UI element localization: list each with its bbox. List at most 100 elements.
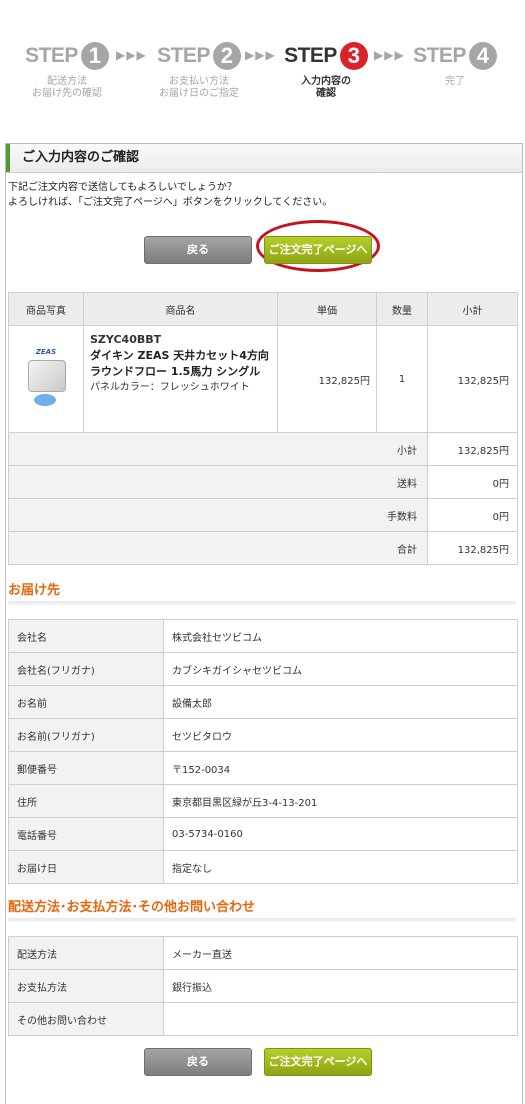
order-items-table: 商品写真 商品名 単価 数量 小計 ZEAS SZYC40BBT ダイキン ZE… [8,292,518,565]
product-photo-cell: ZEAS [8,325,84,433]
back-button-bottom[interactable]: 戻る [144,1048,252,1076]
product-code: SZYC40BBT [90,333,162,346]
step-1: STEP 1 配送方法 お届け先の確認 [12,40,122,100]
summary-row-fee: 手数料 0円 [8,498,518,532]
field-label: 会社名(フリガナ) [8,652,164,686]
summary-value: 0円 [427,498,518,532]
field-label: 配送方法 [8,936,164,970]
field-value: 銀行振込 [163,969,518,1003]
page-title: ご入力内容のご確認 [6,144,522,173]
field-label: その他お問い合わせ [8,1002,164,1036]
product-title[interactable]: ダイキン ZEAS 天井カセット4方向 ラウンドフロー 1.5馬力 シングル [90,348,271,380]
product-panel-color: パネルカラー：フレッシュホワイト [90,382,250,393]
step-word: STEP [284,44,337,67]
confirm-panel: ご入力内容のご確認 下記ご注文内容で送信してもよろしいでしょうか？ よろしければ… [5,143,523,1104]
col-photo: 商品写真 [8,292,84,326]
heading-divider [8,918,516,922]
table-row: 会社名(フリガナ) カブシキガイシャセツビコム [8,652,518,686]
step-caption: お届け日のご指定 [159,88,239,99]
step-word: STEP [413,44,466,67]
col-name: 商品名 [83,292,278,326]
summary-row-shipping: 送料 0円 [8,465,518,499]
heading-divider [8,601,516,605]
step-caption: お届け先の確認 [32,88,102,99]
field-value: 設備太郎 [163,685,518,719]
table-header-row: 商品写真 商品名 単価 数量 小計 [8,292,518,326]
field-value: 株式会社セツビコム [163,619,518,653]
table-row: 郵便番号 〒152-0034 [8,751,518,785]
intro-text: 下記ご注文内容で送信してもよろしいでしょうか？ よろしければ、「ご注文完了ページ… [8,180,332,210]
field-label: お届け日 [8,850,164,884]
delivery-table: 会社名 株式会社セツビコム 会社名(フリガナ) カブシキガイシャセツビコム お名前設… [8,619,518,884]
field-value [163,1002,518,1036]
field-value: カブシキガイシャセツビコム [163,652,518,686]
field-label: 電話番号 [8,817,164,851]
zeas-logo: ZEAS [35,348,57,356]
cassette-badge-icon [34,394,56,406]
product-photo[interactable]: ZEAS [20,348,72,410]
table-row: 会社名 株式会社セツビコム [8,619,518,653]
field-label: 郵便番号 [8,751,164,785]
summary-label: 小計 [8,432,428,466]
summary-row-subtotal: 小計 132,825円 [8,432,518,466]
step-caption: お支払い方法 [169,76,229,87]
step-arrow-icon: ▶▶▶ [116,48,147,62]
product-subtotal: 132,825円 [427,325,518,433]
table-row: ZEAS SZYC40BBT ダイキン ZEAS 天井カセット4方向 ラウンドフ… [8,325,518,433]
table-row: お届け日 指定なし [8,850,518,884]
table-row: その他お問い合わせ [8,1002,518,1036]
step-3: STEP 3 入力内容の 確認 [271,40,381,100]
step-number: 3 [339,42,368,70]
field-value: 03-5734-0160 [163,817,518,851]
title-accent-bar [6,144,10,172]
table-row: 配送方法 メーカー直送 [8,936,518,970]
intro-line: 下記ご注文内容で送信してもよろしいでしょうか？ [8,182,237,193]
summary-value: 132,825円 [427,531,518,565]
product-price: 132,825円 [277,325,377,433]
order-complete-button-bottom[interactable]: ご注文完了ページへ [264,1048,372,1076]
summary-label: 送料 [8,465,428,499]
field-label: お名前(フリガナ) [8,718,164,752]
field-value: メーカー直送 [163,936,518,970]
col-price: 単価 [277,292,377,326]
step-4: STEP 4 完了 [400,40,510,88]
step-word: STEP [157,44,210,67]
field-label: お支払方法 [8,969,164,1003]
summary-label: 合計 [8,531,428,565]
field-value: セツビタロウ [163,718,518,752]
field-label: お名前 [8,685,164,719]
field-value: 東京都目黒区緑が丘3-4-13-201 [163,784,518,818]
summary-value: 132,825円 [427,432,518,466]
page-title-text: ご入力内容のご確認 [22,150,140,165]
table-row: お名前 設備太郎 [8,685,518,719]
delivery-heading: お届け先 [8,583,61,598]
step-2: STEP 2 お支払い方法 お届け日のご指定 [144,40,254,100]
shipping-payment-table: 配送方法 メーカー直送 お支払方法 銀行振込 その他お問い合わせ [8,936,518,1036]
summary-value: 0円 [427,465,518,499]
step-caption: 入力内容の [301,76,351,87]
col-qty: 数量 [376,292,428,326]
shipping-payment-heading: 配送方法･お支払方法･その他お問い合わせ [8,900,256,915]
order-complete-button[interactable]: ご注文完了ページへ [264,236,372,264]
step-number: 1 [80,42,109,70]
field-value: 指定なし [163,850,518,884]
ceiling-cassette-image [28,360,66,392]
table-row: お名前(フリガナ) セツビタロウ [8,718,518,752]
summary-label: 手数料 [8,498,428,532]
step-number: 2 [212,42,241,70]
table-row: お支払方法 銀行振込 [8,969,518,1003]
step-caption: 配送方法 [47,76,87,87]
field-label: 住所 [8,784,164,818]
table-row: 電話番号 03-5734-0160 [8,817,518,851]
product-info-cell: SZYC40BBT ダイキン ZEAS 天井カセット4方向 ラウンドフロー 1.… [83,325,278,433]
field-value: 〒152-0034 [163,751,518,785]
field-label: 会社名 [8,619,164,653]
back-button[interactable]: 戻る [144,236,252,264]
step-number: 4 [468,42,497,70]
product-qty: 1 [376,325,428,433]
step-caption: 完了 [445,76,465,87]
col-subtotal: 小計 [427,292,518,326]
step-caption: 確認 [316,88,336,99]
intro-line: よろしければ、「ご注文完了ページへ」ボタンをクリックしてください。 [8,197,333,208]
checkout-steps: STEP 1 配送方法 お届け先の確認 ▶▶▶ STEP 2 お支払い方法 お届け日のご… [0,40,525,110]
